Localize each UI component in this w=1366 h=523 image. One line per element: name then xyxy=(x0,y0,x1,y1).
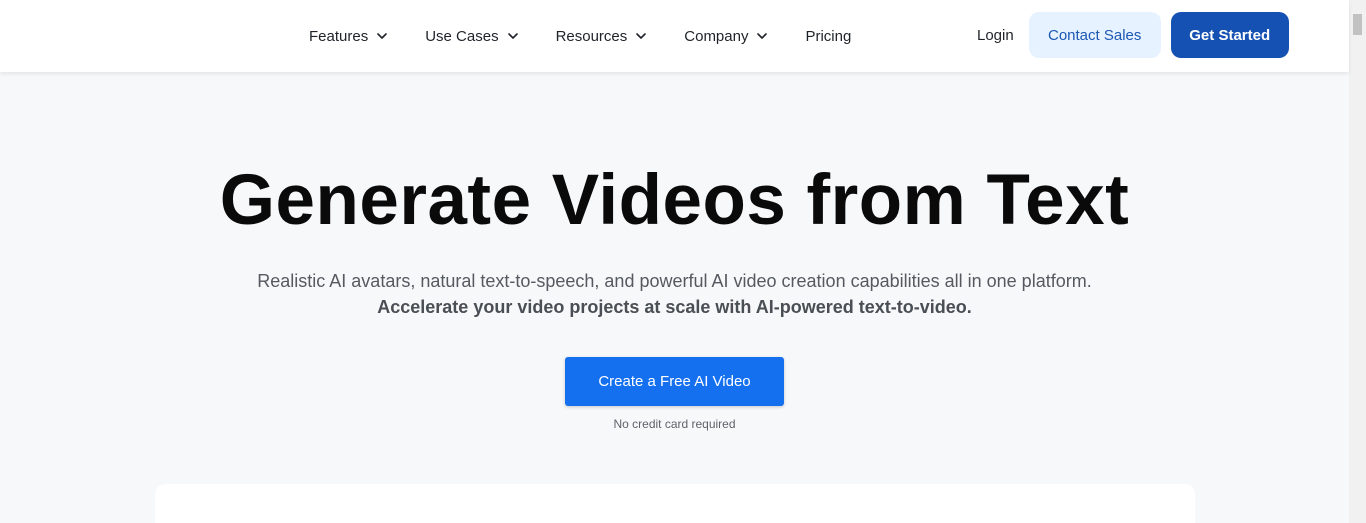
chevron-down-icon xyxy=(507,33,518,39)
nav-item-company[interactable]: Company xyxy=(684,27,768,45)
create-free-video-button[interactable]: Create a Free AI Video xyxy=(565,357,784,406)
top-navbar: Features Use Cases Resources Company Pri… xyxy=(0,0,1349,72)
chevron-down-icon xyxy=(636,33,647,39)
chevron-down-icon xyxy=(757,33,768,39)
vertical-scrollbar[interactable] xyxy=(1349,0,1366,523)
hero-title: Generate Videos from Text xyxy=(219,161,1130,240)
no-credit-card-note: No credit card required xyxy=(613,417,736,431)
hero-subtitle: Realistic AI avatars, natural text-to-sp… xyxy=(0,268,1349,320)
preview-card xyxy=(155,484,1195,523)
nav-item-label: Use Cases xyxy=(425,27,499,45)
get-started-button[interactable]: Get Started xyxy=(1170,12,1289,58)
main-nav: Features Use Cases Resources Company Pri… xyxy=(309,0,851,72)
contact-sales-button[interactable]: Contact Sales xyxy=(1028,12,1161,58)
nav-item-use-cases[interactable]: Use Cases xyxy=(425,27,518,45)
chevron-down-icon xyxy=(377,33,388,39)
nav-item-label: Features xyxy=(309,27,369,45)
hero-subtitle-line: Realistic AI avatars, natural text-to-sp… xyxy=(257,271,1092,291)
hero-subtitle-emphasis: Accelerate your video projects at scale … xyxy=(377,297,972,317)
nav-item-resources[interactable]: Resources xyxy=(556,28,647,45)
nav-item-features[interactable]: Features xyxy=(309,27,388,45)
nav-item-label: Company xyxy=(684,27,749,45)
login-link[interactable]: Login xyxy=(977,27,1014,44)
scrollbar-thumb[interactable] xyxy=(1353,14,1362,35)
nav-actions: Login Contact Sales Get Started xyxy=(977,12,1289,58)
nav-item-pricing[interactable]: Pricing xyxy=(805,28,851,45)
nav-item-label: Resources xyxy=(555,27,628,45)
nav-item-label: Pricing xyxy=(805,27,852,45)
